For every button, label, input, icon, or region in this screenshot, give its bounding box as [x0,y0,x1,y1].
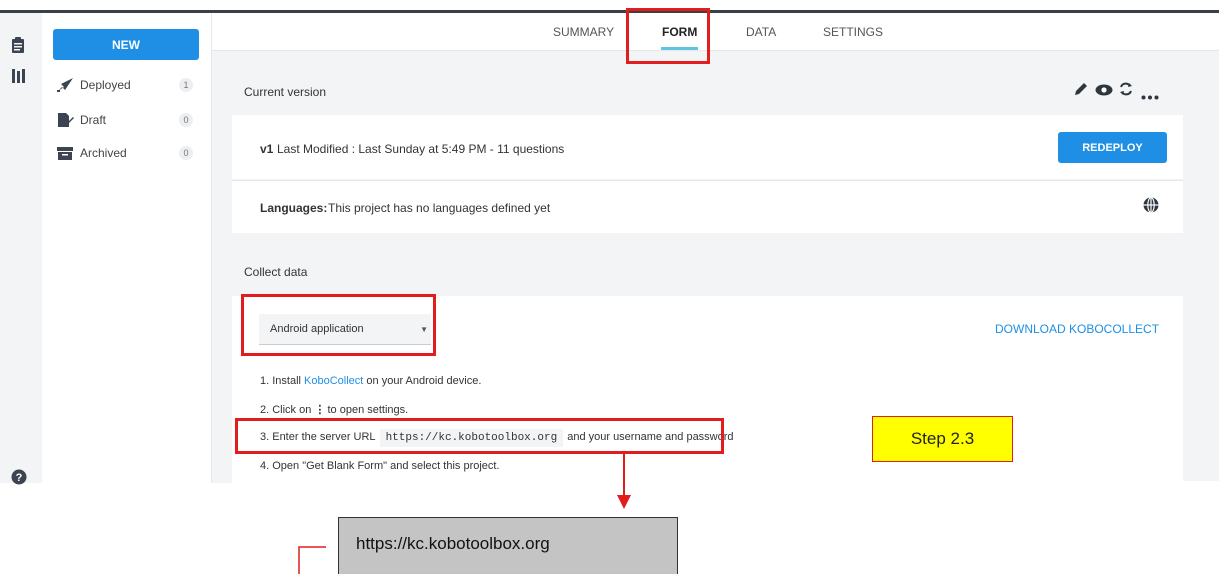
form-tab-highlight [626,8,710,64]
rocket-icon [56,77,74,93]
count-badge: 0 [179,146,193,160]
tab-bar [212,13,1219,51]
new-button[interactable]: NEW [53,29,199,60]
server-url-highlight [235,418,724,454]
kebab-icon: ⋮ [314,404,326,416]
sidebar-item-label: Draft [80,113,107,127]
tab-settings[interactable]: SETTINGS [823,25,883,39]
draft-icon [56,112,74,128]
tab-data[interactable]: DATA [746,25,776,39]
step-2: 2. Click on ⋮ to open settings. [260,403,408,416]
icon-rail: ? [0,13,42,485]
kobocollect-link[interactable]: KoboCollect [304,375,363,387]
globe-icon[interactable] [1143,196,1159,218]
download-kobocollect-link[interactable]: DOWNLOAD KOBOCOLLECT [995,322,1159,336]
collect-data-heading: Collect data [244,265,308,279]
sidebar-item-archived[interactable]: Archived 0 [56,143,201,163]
step-1: 1. Install KoboCollect on your Android d… [260,375,481,387]
sidebar-item-deployed[interactable]: Deployed 1 [56,75,201,95]
current-version-heading: Current version [244,85,327,99]
tab-summary[interactable]: SUMMARY [553,25,614,39]
count-badge: 0 [179,113,193,127]
step-callout: Step 2.3 [872,416,1013,462]
clipboard-icon[interactable] [11,37,27,53]
pencil-icon[interactable] [1073,81,1089,102]
sidebar-item-draft[interactable]: Draft 0 [56,110,201,130]
sidebar-item-label: Deployed [80,78,131,92]
url-callout: https://kc.kobotoolbox.org [338,517,678,574]
step-4: 4. Open "Get Blank Form" and select this… [260,460,500,472]
step-1-text: 1. Install [260,375,301,387]
help-icon[interactable]: ? [11,469,27,485]
last-modified-text: Last Modified : Last Sunday at 5:49 PM -… [277,142,565,156]
connector-line [298,546,326,574]
more-icon[interactable] [1141,87,1159,105]
svg-text:?: ? [16,472,23,484]
replace-icon[interactable] [1118,81,1134,102]
languages-label: Languages: [260,201,328,215]
panel-edge [1080,481,1219,484]
eye-icon[interactable] [1095,83,1113,101]
callout-arrow [617,453,631,509]
redeploy-button[interactable]: REDEPLOY [1058,132,1167,163]
step-2-text: 2. Click on [260,404,312,416]
library-icon[interactable] [11,68,27,84]
step-2-text-end: to open settings. [327,404,409,416]
sidebar-item-label: Archived [80,146,127,160]
version-number: v1 [260,142,274,156]
select-highlight [241,294,436,356]
archive-icon [56,145,74,161]
languages-text: This project has no languages defined ye… [328,201,551,215]
step-1-text-end: on your Android device. [366,375,482,387]
count-badge: 1 [179,78,193,92]
